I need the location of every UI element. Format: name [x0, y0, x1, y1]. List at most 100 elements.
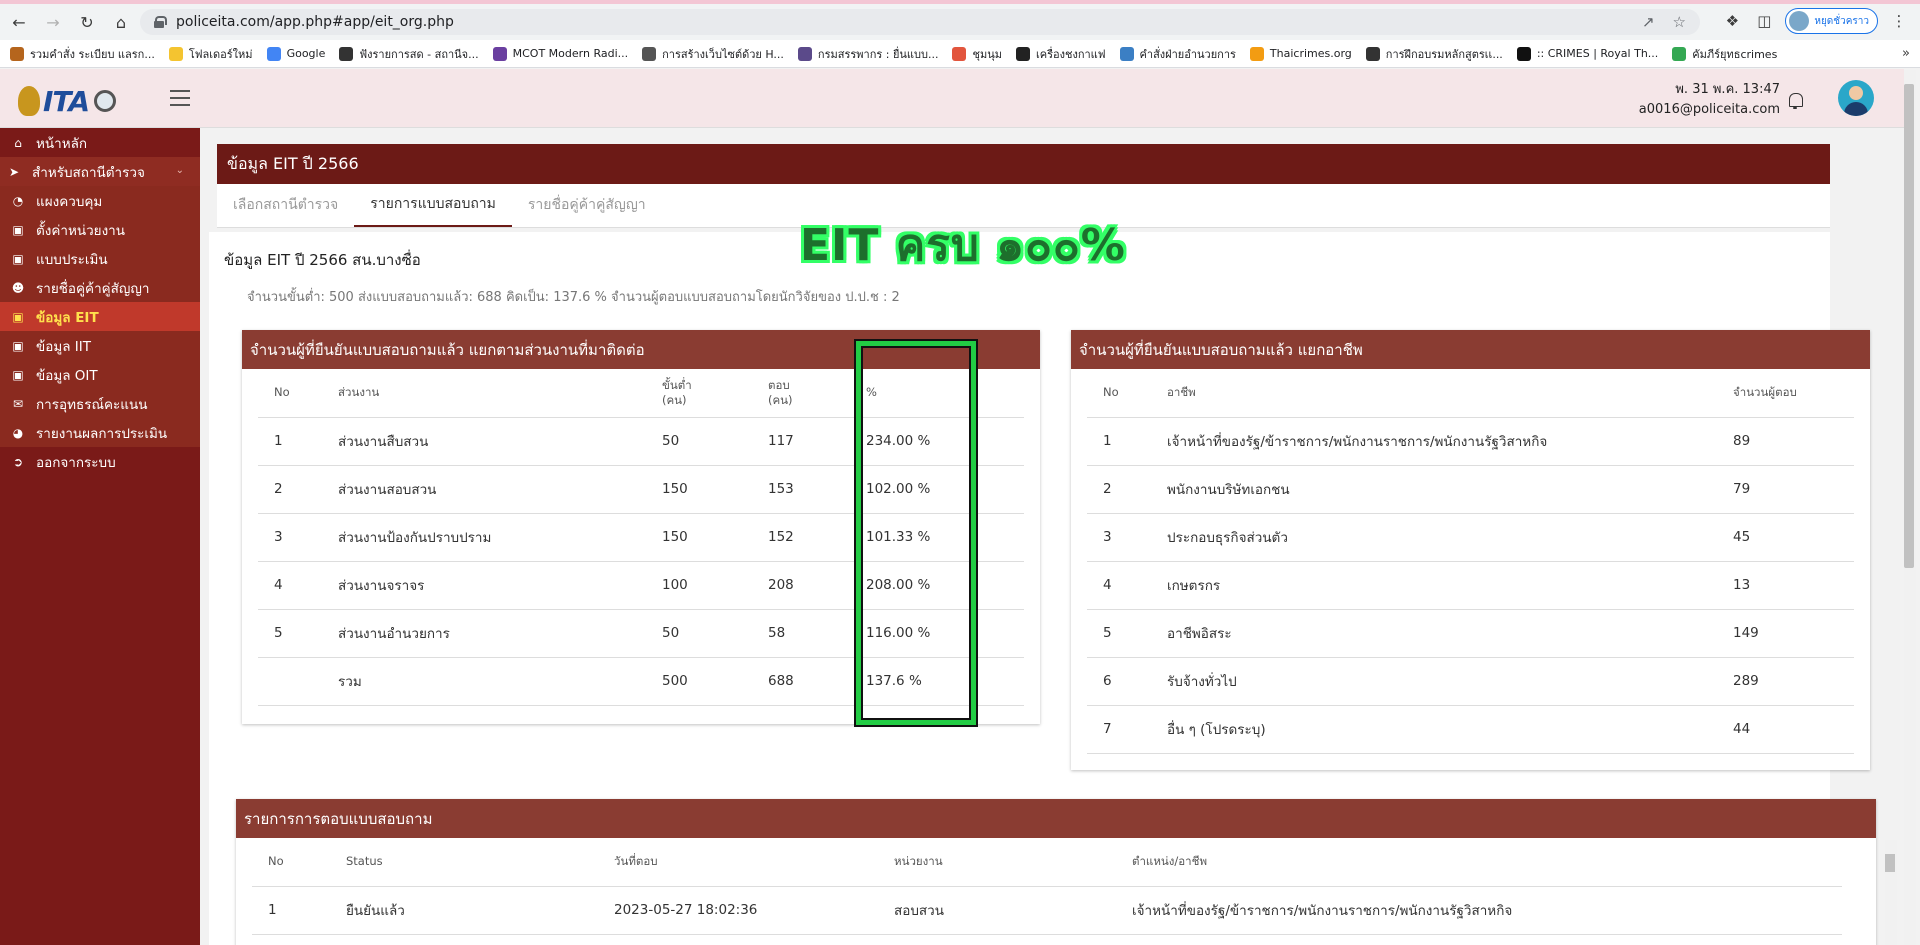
table-row: 1 ยืนยันแล้ว 2023-05-27 18:02:36 สอบสวน เจ้า…	[252, 886, 1842, 935]
sidebar-item-6[interactable]: ▣ ข้อมูล OIT	[0, 360, 200, 389]
cell-career: ประกอบธุรกิจส่วนตัว	[1167, 513, 1733, 562]
bookmark-item[interactable]: Thaicrimes.org	[1249, 46, 1352, 61]
sidebar-item-label: แบบประเมิน	[36, 251, 108, 268]
cell-count: 79	[1733, 465, 1854, 514]
hamburger-icon[interactable]	[170, 90, 190, 106]
cell-career: พนักงานบริษัทเอกชน	[1167, 465, 1733, 514]
cell-count: 89	[1733, 417, 1854, 466]
cell-dept: ส่วนงานจราจร	[338, 561, 662, 610]
bookmark-item[interactable]: คัมภีร์ยุทธcrimes	[1672, 45, 1777, 63]
address-bar[interactable]: policeita.com/app.php#app/eit_org.php ↗ …	[140, 9, 1700, 35]
cell-date: 2023-05-27 18:02:36	[614, 886, 894, 935]
bookmark-label: MCOT Modern Radi...	[512, 47, 629, 60]
bookmark-label: คำสั่งฝ่ายอำนวยการ	[1139, 47, 1236, 61]
sidebar-item-logout[interactable]: ➲ ออกจากระบบ	[0, 447, 200, 476]
envelope-icon: ✉	[12, 396, 24, 411]
cell-career: เจ้าหน้าที่ของรัฐ/ข้าราชการ/พนักงานราชกา…	[1167, 417, 1733, 466]
bookmark-item[interactable]: การสร้างเว็บไซต์ด้วย H...	[642, 45, 784, 63]
share-icon[interactable]: ↗	[1642, 13, 1655, 31]
sidepanel-icon[interactable]: ◫	[1753, 10, 1775, 32]
more-bookmarks-icon[interactable]: »	[1902, 46, 1910, 61]
cell-min: 50	[662, 609, 768, 658]
cell-pct: 137.6 %	[866, 657, 1024, 706]
profile-button[interactable]: หยุดชั่วคราว	[1785, 8, 1878, 34]
sidebar-item-3[interactable]: ☻ รายชื่อคู่ค้าคู่สัญญา	[0, 273, 200, 302]
bookmark-favicon-icon	[339, 46, 354, 61]
bookmark-item[interactable]: กรมสรรพากร : ยื่นแบบ...	[797, 45, 939, 63]
page-banner: ข้อมูล EIT ปี 2566	[217, 144, 1830, 184]
user-avatar[interactable]	[1838, 80, 1874, 116]
bookmark-item[interactable]: รวมคำสั่ง ระเบียบ แลรก...	[10, 45, 155, 63]
cell-career: เกษตรกร	[1167, 561, 1733, 610]
cell-dept: ส่วนงานอำนวยการ	[338, 609, 662, 658]
bookmark-label: กรมสรรพากร : ยื่นแบบ...	[817, 47, 939, 61]
summary-line: จำนวนขั้นต่ำ: 500 ส่งแบบสอบถามแล้ว: 688 …	[247, 290, 900, 305]
cell-no: 1	[252, 886, 346, 935]
cell-min: 500	[662, 657, 768, 706]
sidebar-item-label: รายงานผลการประเมิน	[36, 425, 168, 442]
bookmark-item[interactable]: :: CRIMES | Royal Th...	[1516, 46, 1658, 61]
cell-no: 7	[1087, 705, 1167, 754]
bookmark-item[interactable]: เครื่องชงกาแฟ	[1015, 45, 1106, 63]
cell-status: ยืนยันแล้ว	[346, 886, 614, 935]
sidebar-item-label: ข้อมูล IIT	[36, 338, 92, 355]
sidebar-item-2[interactable]: ▣ แบบประเมิน	[0, 244, 200, 273]
table-row: 5 ส่วนงานอำนวยการ 50 58 116.00 %	[258, 609, 1024, 658]
bookmark-label: ฟังรายการสด - สถานีจ...	[359, 47, 479, 61]
cell-no: 1	[1087, 417, 1167, 466]
bookmark-item[interactable]: คำสั่งฝ่ายอำนวยการ	[1119, 45, 1236, 63]
bell-icon[interactable]	[1788, 93, 1803, 109]
col-pct: %	[866, 369, 1024, 418]
sidebar-item-7[interactable]: ✉ การอุทธรณ์คะแนน	[0, 389, 200, 418]
sidebar-item-5[interactable]: ▣ ข้อมูล IIT	[0, 331, 200, 360]
main-content: ข้อมูล EIT ปี 2566 เลือกสถานีตำรวจ รายกา…	[200, 128, 1904, 945]
cell-ans: 208	[768, 561, 866, 610]
ita-logo[interactable]: ITA	[18, 83, 138, 119]
sidebar-item-4[interactable]: ▣ ข้อมูล EIT	[0, 302, 200, 331]
responses-panel: รายการการตอบแบบสอบถาม No Status วันที่ตอ…	[236, 799, 1876, 945]
bookmark-favicon-icon	[1119, 46, 1134, 61]
extensions-icon[interactable]: ❖	[1721, 10, 1743, 32]
star-icon[interactable]: ☆	[1673, 13, 1686, 31]
responses-table: No Status วันที่ตอบ หน่วยงาน ตำแหน่ง/อาช…	[252, 838, 1842, 935]
bookmark-label: คัมภีร์ยุทธcrimes	[1692, 47, 1778, 61]
sidebar-item-label: ออกจากระบบ	[36, 454, 116, 471]
forward-icon[interactable]: →	[38, 7, 68, 37]
cell-pct: 102.00 %	[866, 465, 1024, 514]
page-scrollbar-thumb[interactable]	[1904, 84, 1914, 568]
sidebar-item-1[interactable]: ▣ ตั้งค่าหน่วยงาน	[0, 215, 200, 244]
table-row: 4 เกษตรกร 13	[1087, 561, 1854, 610]
reload-icon[interactable]: ↻	[72, 7, 102, 37]
sidebar-item-home[interactable]: ⌂ หน้าหลัก	[0, 128, 200, 157]
menu-dots-icon[interactable]: ⋮	[1888, 10, 1910, 32]
table-row: 1 ส่วนงานสืบสวน 50 117 234.00 %	[258, 417, 1024, 466]
bookmark-item[interactable]: MCOT Modern Radi...	[492, 46, 629, 61]
sidebar-group-station[interactable]: ➤ สำหรับสถานีตำรวจ ⌄	[0, 157, 200, 186]
bookmark-item[interactable]: ฟังรายการสด - สถานีจ...	[339, 45, 479, 63]
bookmark-item[interactable]: Google	[266, 46, 325, 61]
tab-contractors[interactable]: รายชื่อคู่ค้าคู่สัญญา	[512, 183, 662, 227]
responses-scrollbar-thumb[interactable]	[1885, 854, 1895, 872]
sidebar-item-8[interactable]: ◕ รายงานผลการประเมิน	[0, 418, 200, 447]
briefcase-icon: ▣	[12, 251, 24, 266]
tab-questionnaire-list[interactable]: รายการแบบสอบถาม	[354, 183, 512, 227]
col-status: Status	[346, 838, 614, 887]
sidebar-submenu: ◔ แผงควบคุม ▣ ตั้งค่าหน่วยงาน ▣ แบบประเมิน ☻ รา…	[0, 186, 200, 447]
bookmark-item[interactable]: ชุมนุม	[952, 45, 1002, 63]
home-icon[interactable]: ⌂	[106, 7, 136, 37]
table-row: 4 ส่วนงานจราจร 100 208 208.00 %	[258, 561, 1024, 610]
sidebar-item-0[interactable]: ◔ แผงควบคุม	[0, 186, 200, 215]
cell-pct: 116.00 %	[866, 609, 1024, 658]
logout-icon: ➲	[12, 454, 24, 469]
cell-no: 1	[258, 417, 338, 466]
cell-career: อื่น ๆ (โปรดระบุ)	[1167, 705, 1733, 754]
cell-ans: 153	[768, 465, 866, 514]
bookmark-item[interactable]: การฝึกอบรมหลักสูตรเเ...	[1365, 45, 1503, 63]
cell-no: 4	[1087, 561, 1167, 610]
users-icon: ☻	[11, 280, 25, 295]
home-icon: ⌂	[14, 135, 22, 150]
tab-select-station[interactable]: เลือกสถานีตำรวจ	[217, 183, 354, 227]
col-no: No	[258, 369, 338, 418]
bookmark-item[interactable]: โฟลเดอร์ใหม่	[168, 45, 253, 63]
back-icon[interactable]: ←	[4, 7, 34, 37]
